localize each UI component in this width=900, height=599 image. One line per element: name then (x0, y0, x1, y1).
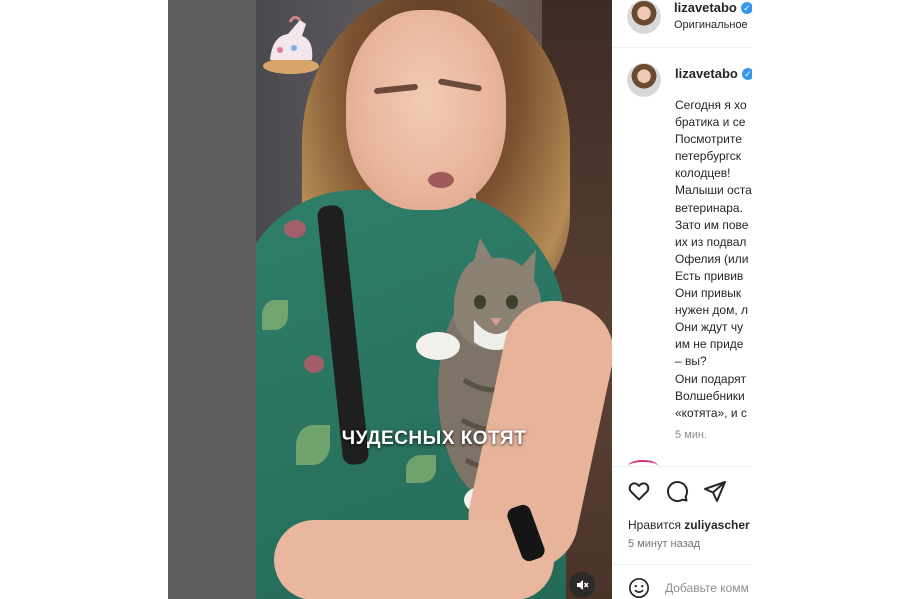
caption-line: Есть привив (675, 268, 744, 283)
page-margin-left (0, 0, 168, 599)
dress-flower (284, 220, 306, 238)
caption-timestamp[interactable]: 5 мин. (675, 429, 707, 441)
rocking-horse-decal (263, 15, 319, 74)
audio-label[interactable]: Оригинальное (674, 19, 748, 31)
heart-icon[interactable] (627, 479, 651, 503)
video-caption: ЧУДЕСНЫХ КОТЯТ (341, 428, 527, 449)
face (346, 10, 506, 210)
caption-line: Они подарят (675, 371, 747, 386)
caption-line: им не приде (675, 337, 744, 352)
verified-badge-icon: ✓ (740, 2, 752, 14)
caption-line: Посмотрите (675, 132, 742, 147)
video-letterbox (168, 0, 256, 599)
comment-divider (612, 564, 752, 565)
post-time-ago[interactable]: 5 минут назад (628, 538, 700, 550)
mute-button[interactable] (569, 572, 595, 598)
reel-video[interactable]: ЧУДЕСНЫХ КОТЯТ (256, 0, 612, 599)
caption-line: Волшебники (675, 388, 745, 403)
post-sidebar: lizavetabo ✓ Оригинальное lizavetabo ✓ Сег… (612, 0, 752, 599)
caption-line: петербургск (675, 149, 741, 164)
caption-line: Они ждут чу (675, 320, 744, 335)
mouth (428, 172, 454, 188)
caption-line: Зато им пове (675, 217, 749, 232)
muted-speaker-icon (577, 580, 589, 590)
dress-leaf (262, 300, 288, 330)
caption-line: нужен дом, л (675, 303, 749, 318)
comment-input[interactable]: Добавьте комм (665, 581, 749, 595)
emoji-icon[interactable] (628, 577, 650, 599)
actions-divider (612, 466, 752, 467)
caption-line: братика и се (675, 115, 746, 130)
caption-author[interactable]: lizavetabo ✓ (675, 66, 752, 81)
liked-by-user[interactable]: zuliyascher (684, 518, 749, 532)
caption-line: ветеринара. (675, 200, 743, 215)
caption-line: Малыши оста (675, 183, 752, 198)
post-header-author[interactable]: lizavetabo ✓ (674, 0, 752, 15)
comment-icon[interactable] (665, 479, 689, 503)
caption-line: Сегодня я хо (675, 98, 747, 112)
send-icon[interactable] (703, 479, 727, 503)
likes-line: Нравится zuliyascher (628, 518, 750, 532)
caption-line: колодцев! (675, 166, 731, 181)
likes-prefix: Нравится (628, 518, 681, 532)
caption-author-username[interactable]: lizavetabo (675, 66, 738, 81)
caption-author-avatar[interactable] (627, 63, 661, 97)
author-avatar[interactable] (627, 0, 661, 34)
post-caption: Сегодня я хо братика и се Посмотрите пет… (675, 97, 752, 422)
caption-line: – вы? (675, 354, 707, 369)
caption-line: Они привык (675, 286, 742, 301)
author-username[interactable]: lizavetabo (674, 0, 737, 15)
verified-badge-icon: ✓ (741, 68, 752, 80)
page-margin-right (752, 0, 900, 599)
dress-flower (304, 355, 324, 373)
caption-line: «котята», и с (675, 405, 747, 420)
caption-line: их из подвал (675, 234, 747, 249)
header-divider (612, 47, 752, 48)
caption-line: Офелия (или (675, 251, 749, 266)
